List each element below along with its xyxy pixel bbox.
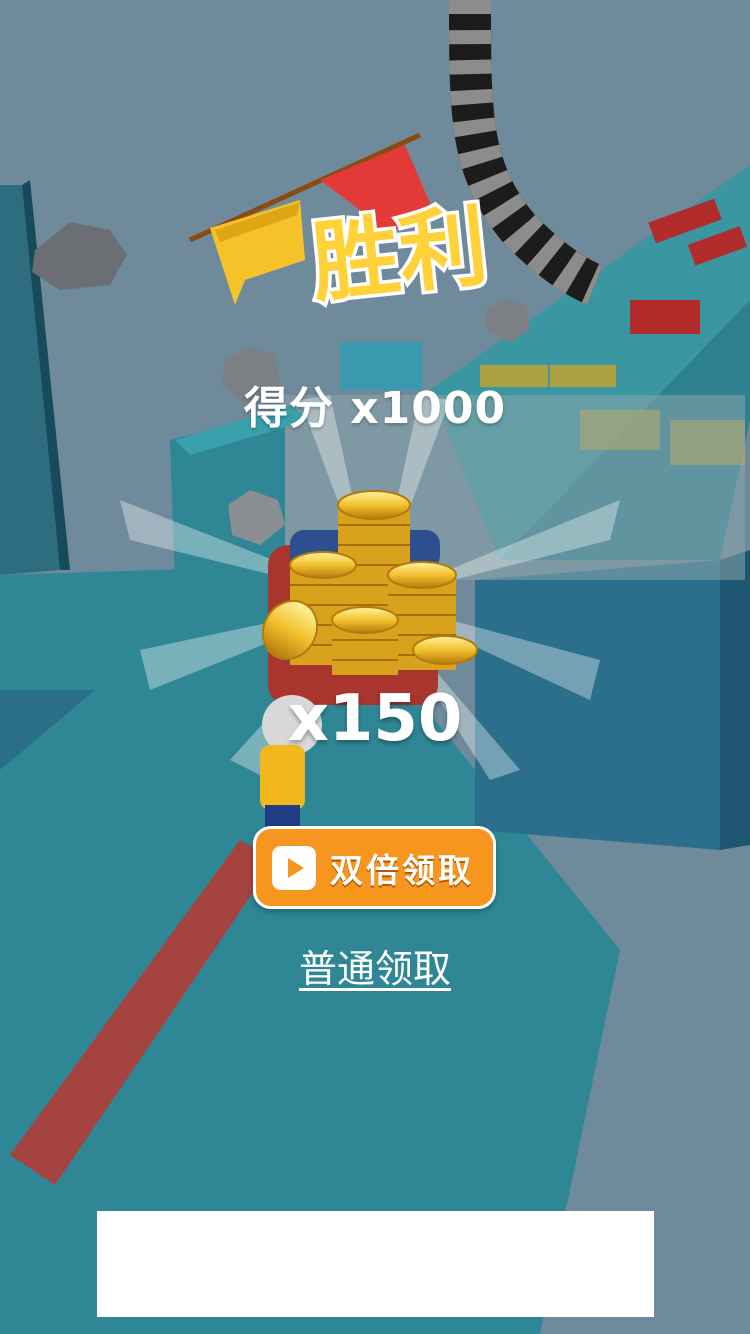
normal-claim-link[interactable]: 普通领取 <box>299 947 451 991</box>
double-claim-label: 双倍领取 <box>330 850 474 890</box>
video-play-icon <box>272 845 316 890</box>
score-multiplier: x1000 <box>350 383 507 434</box>
banner-ad-placeholder[interactable] <box>97 1211 654 1317</box>
victory-banner: 胜利 <box>188 132 496 318</box>
coin-count: x150 <box>287 682 463 756</box>
score-line: 得分 x1000 <box>0 372 750 436</box>
victory-title: 胜利 <box>307 194 493 315</box>
double-claim-button[interactable]: 双倍领取 <box>253 826 496 909</box>
normal-claim-row: 普通领取 <box>0 938 750 993</box>
score-label: 得分 <box>243 383 334 434</box>
victory-popup: 胜利 得分 x1000 x150 双倍领取 普通领取 <box>0 0 750 1334</box>
